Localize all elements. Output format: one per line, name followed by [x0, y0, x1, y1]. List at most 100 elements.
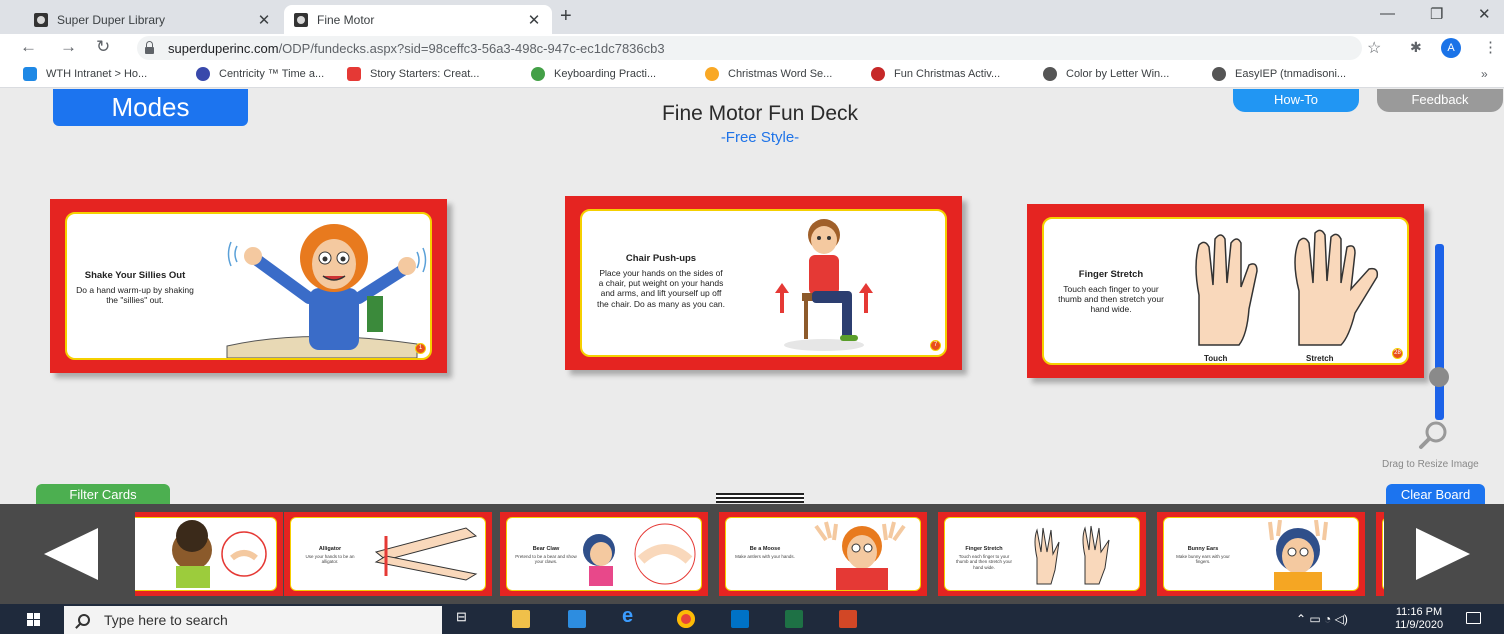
card-text: Bear Claw Pretend to be a bear and show …	[515, 546, 577, 565]
lock-icon	[145, 40, 154, 54]
bookmark-item[interactable]: Color by Letter Win...	[1043, 67, 1169, 81]
mail-icon[interactable]	[568, 610, 586, 628]
filter-cards-button[interactable]: Filter Cards	[36, 484, 170, 506]
new-tab-icon[interactable]: +	[560, 5, 572, 28]
taskbar-search-placeholder: Type here to search	[104, 612, 228, 628]
board-card[interactable]: Shake Your Sillies Out Do a hand warm-up…	[50, 199, 447, 373]
tray-card[interactable]: Finger Stretch Touch each finger to your…	[938, 512, 1146, 596]
tray-card[interactable]: Be a Moose Make antlers with your hands.	[719, 512, 927, 596]
card-text: Finger Stretch Touch each finger to your…	[1056, 269, 1166, 315]
clear-board-button[interactable]: Clear Board	[1386, 484, 1485, 506]
windows-start-icon[interactable]	[27, 613, 40, 626]
system-tray-icons[interactable]: ⌃ ▭ ◔ ◁)	[1296, 612, 1348, 626]
bookmark-favicon-icon	[531, 67, 545, 81]
bookmark-favicon-icon	[1043, 67, 1057, 81]
card-title: Bunny Ears	[1187, 546, 1219, 552]
excel-icon[interactable]	[785, 610, 803, 628]
card-text: Bunny Ears Make bunny ears with your fin…	[1172, 546, 1234, 565]
bookmark-star-icon[interactable]: ☆	[1367, 38, 1381, 58]
bookmark-favicon-icon	[871, 67, 885, 81]
edge-icon[interactable]: e	[622, 605, 633, 628]
bookmark-item[interactable]: Christmas Word Se...	[705, 67, 832, 81]
card-body: Touch each finger to your thumb and then…	[955, 554, 1013, 570]
board-card[interactable]: Finger Stretch Touch each finger to your…	[1027, 204, 1424, 378]
tray-card[interactable]: Bunny Ears Make bunny ears with your fin…	[1157, 512, 1365, 596]
tray-card[interactable]: Alligator Use your hands to be an alliga…	[284, 512, 492, 596]
bookmark-item[interactable]: WTH Intranet > Ho...	[23, 67, 147, 81]
reload-icon[interactable]: ↻	[96, 37, 110, 57]
tab-strip: Super Duper Library ✕ Fine Motor ✕ + — ❐…	[0, 0, 1504, 34]
modes-button[interactable]: Modes	[53, 89, 248, 126]
tray-card-illustration	[1268, 520, 1328, 590]
card-body: Touch each finger to your thumb and then…	[1058, 284, 1164, 315]
bookmark-label: Christmas Word Se...	[728, 68, 833, 80]
card-title: Alligator	[318, 546, 342, 552]
card-title: Bear Claw	[532, 546, 560, 552]
bookmark-item[interactable]: Fun Christmas Activ...	[871, 67, 1000, 81]
bookmark-item[interactable]: Centricity ™ Time a...	[196, 67, 324, 81]
menu-kebab-icon[interactable]: ⋮	[1483, 38, 1498, 56]
bookmark-label: WTH Intranet > Ho...	[46, 68, 148, 80]
tray-next-button[interactable]	[1384, 504, 1504, 604]
card-number-badge: 28	[1392, 348, 1403, 359]
chair-pushup-boy-illustration	[775, 219, 873, 351]
extensions-puzzle-icon[interactable]: ✱	[1410, 39, 1422, 56]
card-body: Use your hands to be an alligator.	[305, 554, 355, 565]
feedback-button[interactable]: Feedback	[1377, 89, 1503, 112]
drag-to-resize-label: Drag to Resize Image	[1382, 459, 1479, 470]
search-icon	[78, 614, 90, 626]
profile-avatar[interactable]: A	[1441, 38, 1461, 58]
more-bookmarks-icon[interactable]: »	[1481, 67, 1488, 81]
bookmark-label: Centricity ™ Time a...	[219, 68, 325, 80]
bookmark-item[interactable]: Story Starters: Creat...	[347, 67, 479, 81]
how-to-button[interactable]: How-To	[1233, 89, 1359, 112]
tab-close-icon[interactable]: ✕	[256, 11, 272, 29]
bookmark-label: Story Starters: Creat...	[370, 68, 480, 80]
bookmark-favicon-icon	[705, 67, 719, 81]
card-face: Alligator Use your hands to be an alliga…	[290, 517, 486, 591]
card-title: Be a Moose	[749, 546, 781, 552]
bookmark-label: Color by Letter Win...	[1066, 68, 1170, 80]
arrow-right-icon	[1416, 528, 1470, 580]
tray-handle[interactable]	[716, 493, 804, 503]
card-text: Chair Push-ups Place your hands on the s…	[596, 253, 726, 309]
minimize-icon[interactable]: —	[1380, 5, 1395, 22]
url-field[interactable]: superduperinc.com/ODP/fundecks.aspx?sid=…	[137, 36, 1362, 60]
resize-slider-thumb[interactable]	[1429, 367, 1449, 387]
stretch-label: Stretch	[1306, 354, 1334, 363]
card-face: Chair Push-ups Place your hands on the s…	[580, 209, 947, 357]
tab-title: Fine Motor	[317, 12, 375, 27]
address-bar: ← → ↻ superduperinc.com/ODP/fundecks.asp…	[0, 34, 1504, 62]
bookmark-favicon-icon	[347, 67, 361, 81]
close-window-icon[interactable]: ✕	[1478, 5, 1491, 23]
tab-close-icon[interactable]: ✕	[526, 11, 542, 29]
forward-icon[interactable]: →	[60, 37, 77, 57]
card-number-badge: 1	[415, 343, 426, 354]
card-body: Do a hand warm-up by shaking the "sillie…	[76, 285, 194, 306]
tab-super-duper-library[interactable]: Super Duper Library ✕	[24, 5, 282, 34]
bookmark-item[interactable]: Keyboarding Practi...	[531, 67, 656, 81]
page-subtitle: -Free Style-	[720, 129, 800, 146]
site-favicon-icon	[34, 12, 48, 27]
resize-slider-track[interactable]	[1435, 244, 1444, 420]
bookmark-item[interactable]: EasyIEP (tnmadisoni...	[1212, 67, 1346, 81]
task-view-icon[interactable]: ⊟	[456, 609, 467, 625]
card-body: Place your hands on the sides of a chair…	[596, 268, 726, 309]
outlook-icon[interactable]	[731, 610, 749, 628]
card-body: Make bunny ears with your fingers.	[1176, 554, 1230, 565]
notification-icon[interactable]	[1466, 612, 1481, 624]
taskbar-clock[interactable]: 11:16 PM 11/9/2020	[1392, 606, 1446, 632]
taskbar-search-box[interactable]: Type here to search	[64, 606, 442, 634]
hands-illustration	[1195, 229, 1379, 346]
tab-title: Super Duper Library	[57, 12, 166, 27]
chrome-icon[interactable]	[677, 610, 695, 628]
tray-prev-button[interactable]	[0, 504, 135, 604]
card-face: Bunny Ears Make bunny ears with your fin…	[1163, 517, 1359, 591]
tab-fine-motor[interactable]: Fine Motor ✕	[284, 5, 552, 34]
restore-icon[interactable]: ❐	[1430, 5, 1443, 23]
board-card[interactable]: Chair Push-ups Place your hands on the s…	[565, 196, 962, 370]
back-icon[interactable]: ←	[20, 37, 37, 57]
file-explorer-icon[interactable]	[512, 610, 530, 628]
tray-card[interactable]: Bear Claw Pretend to be a bear and show …	[500, 512, 708, 596]
powerpoint-icon[interactable]	[839, 610, 857, 628]
